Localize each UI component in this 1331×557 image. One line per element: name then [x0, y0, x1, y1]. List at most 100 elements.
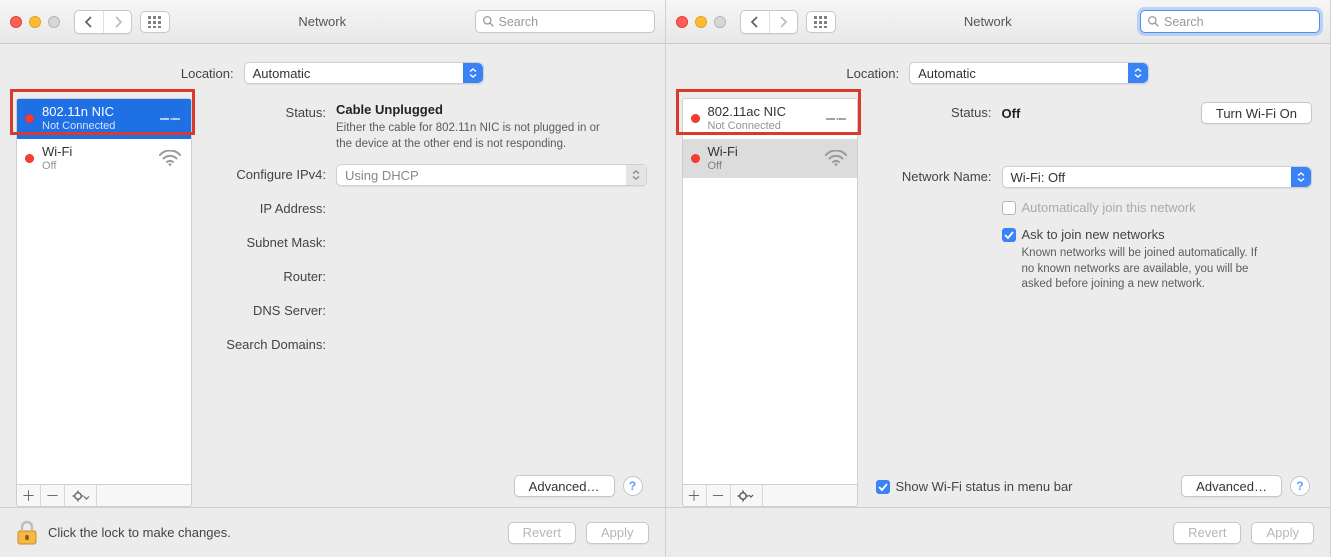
- service-item-wifi[interactable]: Wi-Fi Off: [683, 139, 857, 179]
- router-label: Router:: [208, 266, 336, 288]
- status-hint: Either the cable for 802.11n NIC is not …: [336, 121, 616, 152]
- location-label: Location:: [846, 66, 899, 81]
- close-button[interactable]: [10, 16, 22, 28]
- revert-button[interactable]: Revert: [508, 522, 576, 544]
- service-name: Wi-Fi: [708, 145, 815, 160]
- advanced-button[interactable]: Advanced…: [514, 475, 615, 497]
- configure-value: Using DHCP: [345, 168, 419, 183]
- toolbar: Network Search: [666, 0, 1331, 44]
- network-pref-pane-right: Network Search Location: Automatic 802.1…: [666, 0, 1331, 557]
- window-title: Network: [298, 14, 346, 29]
- service-sub: Not Connected: [708, 120, 815, 133]
- detail-panel: Status: Cable Unplugged Either the cable…: [206, 98, 649, 507]
- forward-button[interactable]: [769, 11, 797, 33]
- service-name: 802.11n NIC: [42, 105, 149, 120]
- status-value: Off: [1002, 106, 1021, 121]
- chevron-updown-icon: [1291, 167, 1311, 187]
- ethernet-icon: [823, 110, 849, 128]
- window-title: Network: [964, 14, 1012, 29]
- search-domains-label: Search Domains:: [208, 334, 336, 356]
- chevron-updown-icon: [1128, 63, 1148, 83]
- ask-join-hint: Known networks will be joined automatica…: [1022, 246, 1272, 293]
- nav-back-forward: [74, 10, 132, 34]
- add-service-button[interactable]: ＋: [683, 485, 707, 506]
- sidebar-footer: ＋ －: [16, 485, 192, 507]
- configure-label: Configure IPv4:: [208, 164, 336, 186]
- show-all-button[interactable]: [806, 11, 836, 33]
- back-button[interactable]: [75, 11, 103, 33]
- configure-ipv4-select[interactable]: Using DHCP: [336, 164, 647, 186]
- service-item-80211n[interactable]: 802.11n NIC Not Connected: [17, 99, 191, 139]
- lock-message: Click the lock to make changes.: [48, 525, 498, 540]
- service-actions-button[interactable]: [731, 485, 763, 506]
- service-name: 802.11ac NIC: [708, 105, 815, 120]
- status-dot-icon: [691, 114, 700, 123]
- show-all-button[interactable]: [140, 11, 170, 33]
- ask-join-label: Ask to join new networks: [1022, 227, 1165, 242]
- search-input[interactable]: Search: [1140, 10, 1320, 33]
- search-input[interactable]: Search: [475, 10, 655, 33]
- forward-button[interactable]: [103, 11, 131, 33]
- show-wifi-menubar-checkbox[interactable]: Show Wi-Fi status in menu bar: [876, 479, 1073, 494]
- close-button[interactable]: [676, 16, 688, 28]
- search-placeholder: Search: [1164, 15, 1204, 29]
- status-dot-icon: [25, 114, 34, 123]
- location-value: Automatic: [918, 66, 976, 81]
- chevron-updown-icon: [626, 165, 646, 185]
- window-controls: [10, 16, 60, 28]
- lock-icon[interactable]: [16, 520, 38, 546]
- status-label: Status:: [874, 102, 1002, 124]
- chevron-updown-icon: [463, 63, 483, 83]
- sidebar-footer: ＋ －: [682, 485, 858, 507]
- search-placeholder: Search: [499, 15, 539, 29]
- location-value: Automatic: [253, 66, 311, 81]
- services-sidebar: 802.11n NIC Not Connected Wi-Fi Off: [16, 98, 192, 507]
- zoom-button[interactable]: [714, 16, 726, 28]
- auto-join-label: Automatically join this network: [1022, 200, 1196, 215]
- service-name: Wi-Fi: [42, 145, 149, 160]
- checkbox-icon: [876, 480, 890, 494]
- dns-server-label: DNS Server:: [208, 300, 336, 322]
- remove-service-button[interactable]: －: [41, 485, 65, 506]
- location-label: Location:: [181, 66, 234, 81]
- wifi-icon: [823, 150, 849, 166]
- lock-bar: Click the lock to make changes. Revert A…: [0, 507, 665, 557]
- detail-panel: Status: Off Turn Wi-Fi On Network Name: …: [872, 98, 1315, 507]
- zoom-button[interactable]: [48, 16, 60, 28]
- back-button[interactable]: [741, 11, 769, 33]
- location-select[interactable]: Automatic: [909, 62, 1149, 84]
- service-item-wifi[interactable]: Wi-Fi Off: [17, 139, 191, 179]
- location-select[interactable]: Automatic: [244, 62, 484, 84]
- auto-join-checkbox[interactable]: Automatically join this network: [1002, 200, 1313, 215]
- help-button[interactable]: ?: [623, 476, 643, 496]
- status-dot-icon: [25, 154, 34, 163]
- gear-icon: [72, 490, 90, 502]
- service-actions-button[interactable]: [65, 485, 97, 506]
- service-sub: Off: [42, 160, 149, 173]
- ask-join-checkbox[interactable]: Ask to join new networks: [1002, 227, 1313, 242]
- revert-button[interactable]: Revert: [1173, 522, 1241, 544]
- help-button[interactable]: ?: [1290, 476, 1310, 496]
- add-service-button[interactable]: ＋: [17, 485, 41, 506]
- service-item-80211ac[interactable]: 802.11ac NIC Not Connected: [683, 99, 857, 139]
- remove-service-button[interactable]: －: [707, 485, 731, 506]
- service-sub: Off: [708, 160, 815, 173]
- network-pref-pane-left: Network Search Location: Automatic 802.1…: [0, 0, 666, 557]
- status-value: Cable Unplugged: [336, 102, 647, 117]
- turn-wifi-on-button[interactable]: Turn Wi-Fi On: [1201, 102, 1312, 124]
- advanced-button[interactable]: Advanced…: [1181, 475, 1282, 497]
- network-name-select[interactable]: Wi-Fi: Off: [1002, 166, 1313, 188]
- network-name-value: Wi-Fi: Off: [1011, 170, 1066, 185]
- ip-address-label: IP Address:: [208, 198, 336, 220]
- apply-button[interactable]: Apply: [586, 522, 649, 544]
- minimize-button[interactable]: [29, 16, 41, 28]
- window-controls: [676, 16, 726, 28]
- status-dot-icon: [691, 154, 700, 163]
- location-row: Location: Automatic: [0, 44, 665, 98]
- apply-button[interactable]: Apply: [1251, 522, 1314, 544]
- search-icon: [1147, 15, 1160, 28]
- lock-bar: Revert Apply: [666, 507, 1331, 557]
- minimize-button[interactable]: [695, 16, 707, 28]
- nav-back-forward: [740, 10, 798, 34]
- location-row: Location: Automatic: [666, 44, 1331, 98]
